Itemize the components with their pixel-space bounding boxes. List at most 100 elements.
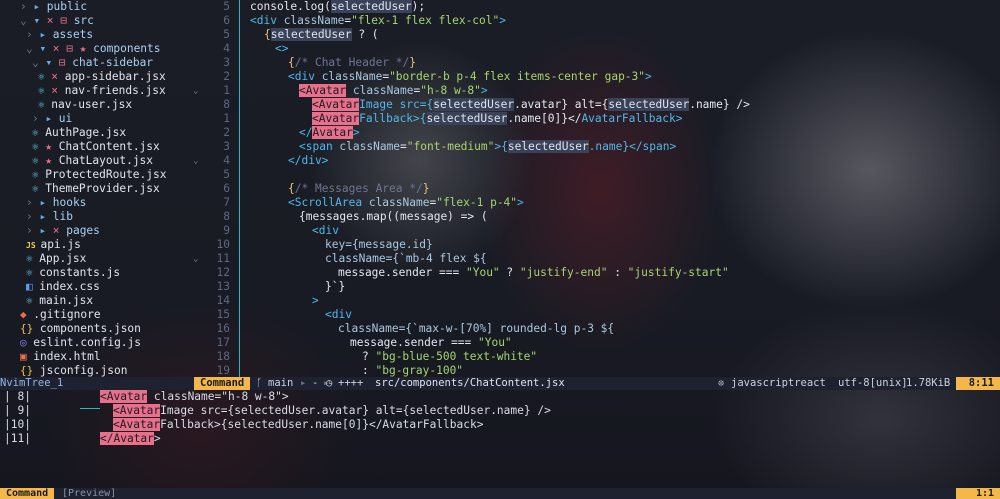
folder-icon: ▸ — [33, 0, 47, 13]
tree-item-label: ChatLayout.jsx — [58, 154, 154, 167]
tree-item[interactable]: ⚛ nav-user.jsx — [38, 98, 132, 112]
tree-item-label: eslint.config.js — [33, 336, 142, 349]
tree-item[interactable]: ⚛ ThemeProvider.jsx — [32, 182, 160, 196]
line-number: 15 — [216, 308, 230, 321]
folder-open-icon: ▾ — [39, 42, 53, 55]
tree-item[interactable]: {} components.json — [20, 322, 141, 336]
tree-item-label: components — [93, 42, 161, 55]
code-line: <div className="border-b p-4 flex items-… — [288, 70, 652, 84]
code-token: <> — [275, 42, 289, 55]
code-editor[interactable]: console.log(selectedUser); <div classNam… — [250, 0, 1000, 377]
file-path[interactable]: src/components/ChatContent.jsx — [375, 377, 565, 390]
tree-item[interactable]: ⚛ × app-sidebar.jsx — [38, 70, 166, 84]
tree-item[interactable]: ⌄ ▾ × ⊟ src — [20, 14, 94, 28]
code-token: ? — [362, 350, 376, 363]
line-gutter: 565432181234567891011121314151617181920⌄… — [193, 0, 238, 391]
tree-item[interactable]: JS api.js — [26, 238, 81, 252]
chevron-right-icon[interactable]: › — [26, 196, 39, 209]
tree-item-label: pages — [66, 224, 100, 237]
selection-match: selectedUser — [426, 112, 508, 125]
search-highlight: <Avatar — [312, 112, 360, 125]
tree-item-label: chat-sidebar — [72, 56, 154, 69]
preview-line-number: | 8| — [4, 390, 31, 403]
code-token: {messages.map((message) => ( — [299, 210, 488, 223]
code-token: <div — [312, 224, 339, 237]
tree-item[interactable]: ⚛ constants.js — [26, 266, 120, 280]
line-number: 13 — [216, 280, 230, 293]
tree-item[interactable]: ⚛ ★ ChatLayout.jsx — [32, 154, 153, 168]
tree-item[interactable]: ▣ index.html — [20, 350, 101, 364]
tree-item[interactable]: ⚛ ★ ChatContent.jsx — [32, 140, 160, 154]
code-line: </Avatar> — [299, 126, 360, 140]
preview-label: [Preview] — [62, 488, 117, 499]
chevron-down-icon[interactable]: ⌄ — [20, 14, 33, 27]
tree-item[interactable]: ⌄ ▾ ⊟ chat-sidebar — [32, 56, 153, 70]
tree-item-label: assets — [52, 28, 94, 41]
separator-icon: ▸ — [300, 377, 307, 389]
html-icon: ▣ — [20, 350, 34, 363]
tree-item[interactable]: ⚛ main.jsx — [26, 294, 93, 308]
code-line: <AvatarImage src={selectedUser.avatar} a… — [312, 98, 750, 112]
fold-chevron-icon[interactable]: ⌄ — [193, 252, 203, 266]
tree-item[interactable]: ⚛ AuthPage.jsx — [32, 126, 126, 140]
code-token: className — [346, 84, 414, 97]
mode-indicator: Command — [194, 377, 251, 390]
json-icon: {} — [20, 322, 40, 335]
chevron-right-icon[interactable]: › — [32, 112, 45, 125]
line-number: 19 — [216, 364, 230, 377]
code-line: <ScrollArea className="flex-1 p-4"> — [288, 196, 524, 210]
cmd-position: 1:1 — [956, 488, 1000, 499]
git-status-marks: × — [52, 224, 67, 237]
tree-item[interactable]: › ▸ public — [20, 0, 87, 14]
line-number: 7 — [223, 196, 230, 209]
tree-item-label: index.css — [39, 280, 100, 293]
chevron-right-icon[interactable]: › — [26, 210, 39, 223]
line-number: 1 — [223, 84, 230, 97]
code-token: : — [362, 364, 376, 377]
fold-chevron-icon[interactable]: ⌄ — [193, 154, 203, 168]
react-icon: ⚛ — [26, 252, 40, 265]
line-number: 10 — [216, 238, 230, 251]
tree-item[interactable]: › ▸ × pages — [26, 224, 100, 238]
file-tree[interactable]: › ▸ public ⌄ ▾ × ⊟ src › ▸ assets ⌄ ▾ × ⊟ ★… — [0, 0, 202, 377]
tree-item[interactable]: › ▸ hooks — [26, 196, 86, 210]
git-branch[interactable]: main — [268, 377, 293, 390]
command-line[interactable]: Command [Preview] 1:1 — [0, 488, 1000, 499]
react-icon: ⚛ — [32, 126, 46, 139]
tree-item[interactable]: ◎ eslint.config.js — [20, 336, 141, 350]
line-number: 14 — [216, 294, 230, 307]
code-line: className={`max-w-[70%] rounded-lg p-3 $… — [338, 322, 614, 336]
tree-item[interactable]: ⚛ × nav-friends.jsx — [38, 84, 166, 98]
tree-item[interactable]: › ▸ lib — [26, 210, 73, 224]
tree-item[interactable]: ⚛ App.jsx — [26, 252, 86, 266]
preview-window[interactable]: | 8| <Avatar className="h-8 w-8"> | 9| <Ava… — [0, 390, 1000, 488]
tree-item[interactable]: › ▸ ui — [32, 112, 72, 126]
chevron-right-icon[interactable]: › — [26, 224, 39, 237]
fold-chevron-icon[interactable]: ⌄ — [193, 84, 203, 98]
code-token: .name} /> — [689, 98, 750, 111]
code-token: message.sender === — [338, 266, 466, 279]
code-token: "bg-gray-100" — [375, 364, 464, 377]
preview-line: <AvatarFallback>{selectedUser.name[0]}</… — [113, 418, 483, 432]
code-line: <> — [275, 42, 288, 56]
line-number: 3 — [223, 56, 230, 69]
code-token: .name}</span> — [588, 140, 677, 153]
tree-item[interactable]: ⚛ ProtectedRoute.jsx — [32, 168, 167, 182]
code-line: {/* Chat Header */} — [288, 56, 416, 70]
preview-line: </Avatar> — [100, 432, 161, 446]
chevron-down-icon[interactable]: ⌄ — [26, 42, 39, 55]
tree-item[interactable]: {} jsconfig.json — [20, 364, 127, 377]
code-token: > — [480, 84, 488, 97]
tree-item[interactable]: ◆ .gitignore — [20, 308, 101, 322]
chevron-right-icon[interactable]: › — [26, 28, 39, 41]
chevron-down-icon[interactable]: ⌄ — [32, 56, 45, 69]
line-number: 8 — [223, 210, 230, 223]
tree-item[interactable]: ◧ index.css — [26, 280, 100, 294]
code-line: <AvatarFallback>{selectedUser.name[0]}</… — [312, 112, 682, 126]
tree-item[interactable]: ⌄ ▾ × ⊟ ★ components — [26, 42, 161, 56]
line-number: 12 — [216, 266, 230, 279]
tree-item-label: index.html — [33, 350, 101, 363]
tree-item[interactable]: › ▸ assets — [26, 28, 93, 42]
preview-line: <Avatar className="h-8 w-8"> — [100, 390, 289, 404]
chevron-right-icon[interactable]: › — [20, 0, 33, 13]
